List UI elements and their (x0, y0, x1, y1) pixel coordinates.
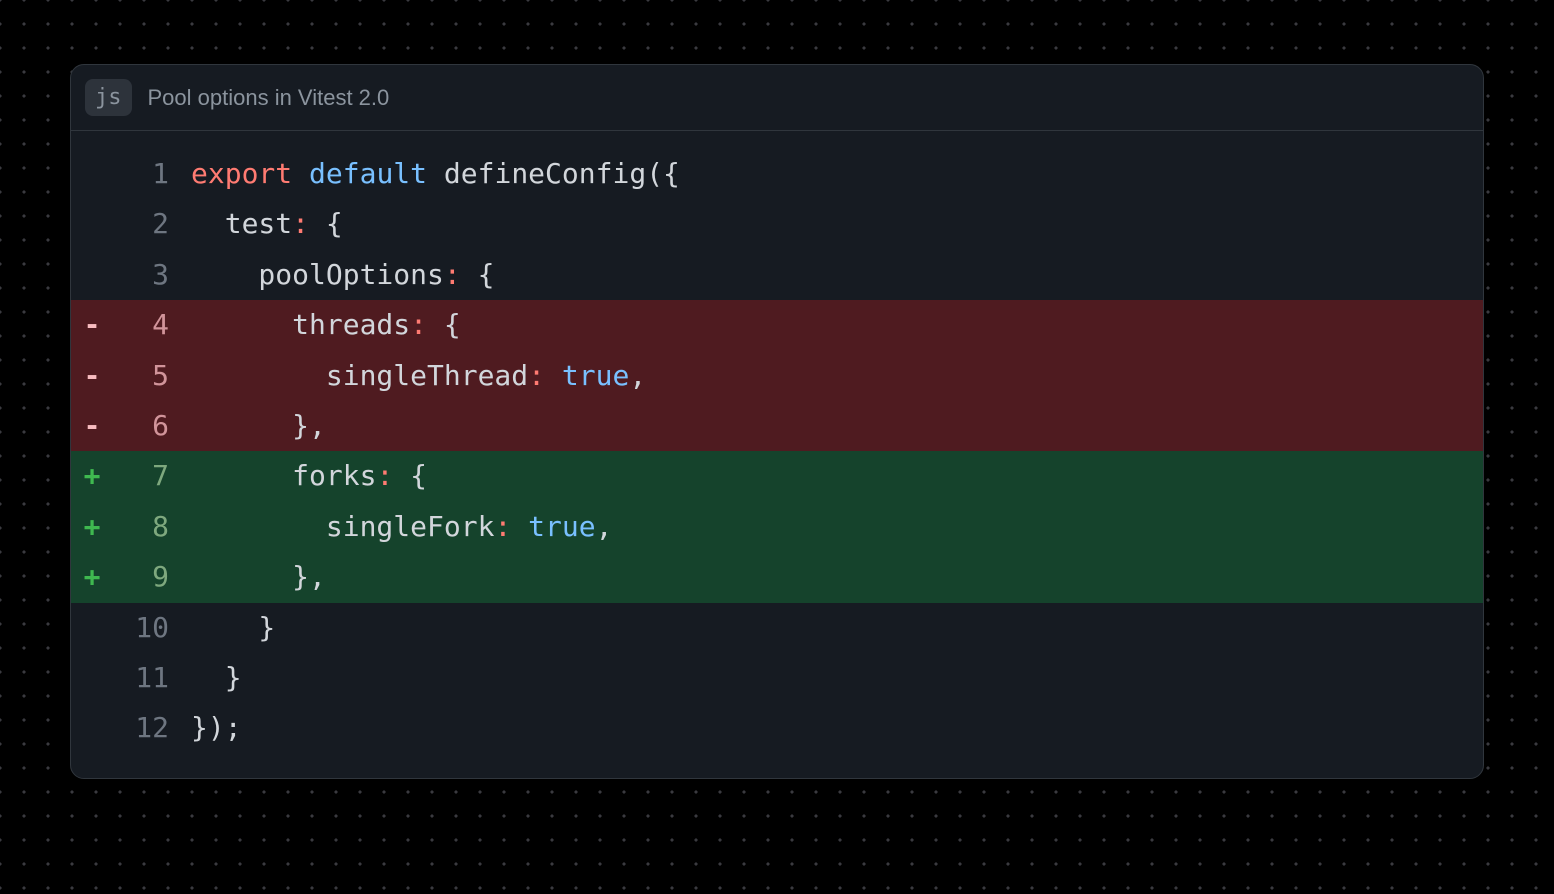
token: poolOptions (191, 258, 444, 291)
diff-marker (71, 603, 113, 653)
line-number: 1 (113, 149, 169, 199)
token: export (191, 157, 292, 190)
token: : (494, 510, 511, 543)
token: test (191, 207, 292, 240)
diff-marker (71, 149, 113, 199)
token: singleFork (191, 510, 494, 543)
line-number: 2 (113, 199, 169, 249)
token: ({ (646, 157, 680, 190)
token: singleThread (191, 359, 528, 392)
token (292, 157, 309, 190)
token (545, 359, 562, 392)
token: { (461, 258, 495, 291)
line-number: 10 (113, 603, 169, 653)
token: true (562, 359, 629, 392)
token: : (410, 308, 427, 341)
code-line: 3 poolOptions: { (71, 250, 1483, 300)
code-block-header: js Pool options in Vitest 2.0 (71, 65, 1483, 131)
token: : (528, 359, 545, 392)
token: defineConfig (444, 157, 646, 190)
token: }, (191, 560, 326, 593)
line-content: } (169, 603, 1483, 653)
diff-marker (71, 250, 113, 300)
line-content: forks: { (169, 451, 1483, 501)
code-line: 2 test: { (71, 199, 1483, 249)
diff-marker (71, 703, 113, 753)
code-line: +7 forks: { (71, 451, 1483, 501)
token: : (444, 258, 461, 291)
token: : (292, 207, 309, 240)
line-number: 8 (113, 502, 169, 552)
line-number: 12 (113, 703, 169, 753)
line-content: singleThread: true, (169, 351, 1483, 401)
token (427, 157, 444, 190)
code-line: +8 singleFork: true, (71, 502, 1483, 552)
code-line: 12}); (71, 703, 1483, 753)
line-content: singleFork: true, (169, 502, 1483, 552)
token: threads (191, 308, 410, 341)
line-content: export default defineConfig({ (169, 149, 1483, 199)
token: } (191, 661, 242, 694)
code-line: -6 }, (71, 401, 1483, 451)
token: true (528, 510, 595, 543)
line-number: 4 (113, 300, 169, 350)
diff-marker: + (71, 502, 113, 552)
line-number: 9 (113, 552, 169, 602)
diff-marker: - (71, 401, 113, 451)
code-block-title: Pool options in Vitest 2.0 (148, 85, 390, 111)
line-number: 6 (113, 401, 169, 451)
language-badge: js (85, 79, 132, 116)
line-number: 5 (113, 351, 169, 401)
diff-marker: - (71, 351, 113, 401)
code-line: +9 }, (71, 552, 1483, 602)
token: default (309, 157, 427, 190)
token: }, (191, 409, 326, 442)
code-block-body: 1export default defineConfig({ 2 test: {… (71, 131, 1483, 778)
line-content: test: { (169, 199, 1483, 249)
token: { (427, 308, 461, 341)
token: forks (191, 459, 376, 492)
line-number: 3 (113, 250, 169, 300)
diff-marker (71, 199, 113, 249)
code-line: -4 threads: { (71, 300, 1483, 350)
token: { (309, 207, 343, 240)
token: }); (191, 711, 242, 744)
code-line: 11 } (71, 653, 1483, 703)
code-block-card: js Pool options in Vitest 2.0 1export de… (70, 64, 1484, 779)
token: , (629, 359, 646, 392)
code-line: 10 } (71, 603, 1483, 653)
line-content: threads: { (169, 300, 1483, 350)
diff-marker: + (71, 451, 113, 501)
token: } (191, 611, 275, 644)
line-content: }, (169, 552, 1483, 602)
token: , (596, 510, 613, 543)
token: : (376, 459, 393, 492)
token: { (393, 459, 427, 492)
line-number: 11 (113, 653, 169, 703)
line-content: }, (169, 401, 1483, 451)
diff-marker: - (71, 300, 113, 350)
line-number: 7 (113, 451, 169, 501)
code-line: -5 singleThread: true, (71, 351, 1483, 401)
line-content: } (169, 653, 1483, 703)
line-content: }); (169, 703, 1483, 753)
diff-marker: + (71, 552, 113, 602)
token (511, 510, 528, 543)
code-line: 1export default defineConfig({ (71, 149, 1483, 199)
diff-marker (71, 653, 113, 703)
line-content: poolOptions: { (169, 250, 1483, 300)
